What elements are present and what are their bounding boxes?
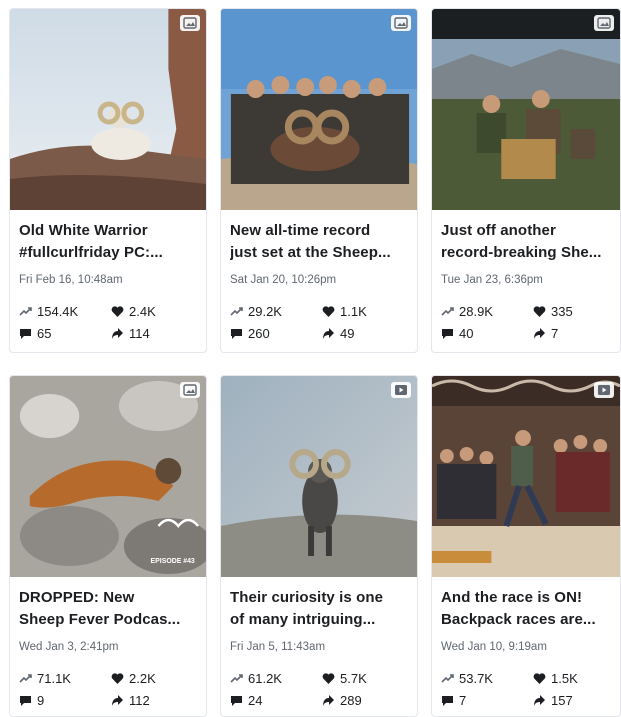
shares-stat: 112 xyxy=(111,691,203,709)
comments-stat: 40 xyxy=(441,324,533,342)
reach-stat: 29.2K xyxy=(230,302,322,320)
comments-stat: 9 xyxy=(19,691,111,709)
comments-stat: 7 xyxy=(441,691,533,709)
shares-stat: 49 xyxy=(322,324,414,342)
comment-icon xyxy=(20,695,31,706)
cougar-and-ram-photo: EPISODE #43 xyxy=(10,376,206,577)
hunters-group-photo xyxy=(221,9,417,210)
post-date: Fri Jan 5, 11:43am xyxy=(230,641,326,653)
image-icon xyxy=(391,15,411,31)
trend-up-icon xyxy=(230,306,243,316)
post-thumbnail[interactable]: EPISODE #43 xyxy=(10,376,206,577)
heart-icon xyxy=(533,305,546,317)
trend-up-icon xyxy=(230,673,243,683)
post-title: Old White Warrior #fullcurlfriday PC:... xyxy=(19,222,163,261)
shares-stat: 7 xyxy=(533,324,620,342)
posts-grid: Old White Warrior #fullcurlfriday PC:...… xyxy=(0,0,621,717)
bighorn-ram-photo xyxy=(221,376,417,577)
backpack-race-photo xyxy=(432,376,620,577)
ram-on-rocks-photo xyxy=(10,9,206,210)
shares-stat: 289 xyxy=(322,691,414,709)
post-title: DROPPED: New Sheep Fever Podcas... xyxy=(19,589,181,628)
shares-stat: 157 xyxy=(533,691,620,709)
image-icon xyxy=(180,15,200,31)
post-title: And the race is ON! Backpack races are..… xyxy=(441,589,596,628)
post-card[interactable]: New all-time record just set at the Shee… xyxy=(220,8,418,353)
comment-icon xyxy=(231,328,242,339)
share-arrow-icon xyxy=(534,694,545,706)
comment-icon xyxy=(231,695,242,706)
heart-icon xyxy=(111,305,124,317)
image-icon xyxy=(594,15,614,31)
heart-icon xyxy=(533,672,546,684)
post-title: Their curiosity is one of many intriguin… xyxy=(230,589,384,628)
reach-stat: 71.1K xyxy=(19,669,111,687)
post-stats: 71.1K 2.2K 9 112 xyxy=(19,669,197,709)
heart-icon xyxy=(111,672,124,684)
share-arrow-icon xyxy=(112,327,123,339)
likes-stat: 1.1K xyxy=(322,302,414,320)
trend-up-icon xyxy=(19,673,32,683)
post-stats: 29.2K 1.1K 260 49 xyxy=(230,302,408,342)
post-title: New all-time record just set at the Shee… xyxy=(230,222,391,261)
image-icon xyxy=(180,382,200,398)
post-thumbnail[interactable] xyxy=(10,9,206,210)
post-title: Just off another record-breaking She... xyxy=(441,222,602,261)
share-arrow-icon xyxy=(534,327,545,339)
comments-stat: 65 xyxy=(19,324,111,342)
post-stats: 28.9K 335 40 7 xyxy=(441,302,611,342)
video-icon xyxy=(391,382,411,398)
post-card[interactable]: Just off another record-breaking She... … xyxy=(431,8,621,353)
post-card[interactable]: Their curiosity is one of many intriguin… xyxy=(220,375,418,717)
post-card[interactable]: Old White Warrior #fullcurlfriday PC:...… xyxy=(9,8,207,353)
post-card[interactable]: EPISODE #43 DROPPED: New Sheep Fever Pod… xyxy=(9,375,207,717)
post-date: Sat Jan 20, 10:26pm xyxy=(230,274,337,286)
comment-icon xyxy=(442,328,453,339)
post-thumbnail[interactable] xyxy=(221,376,417,577)
comment-icon xyxy=(20,328,31,339)
post-stats: 154.4K 2.4K 65 114 xyxy=(19,302,197,342)
likes-stat: 335 xyxy=(533,302,620,320)
reach-stat: 61.2K xyxy=(230,669,322,687)
camp-hunters-photo xyxy=(432,9,620,210)
shares-stat: 114 xyxy=(111,324,203,342)
likes-stat: 1.5K xyxy=(533,669,620,687)
post-date: Wed Jan 10, 9:19am xyxy=(441,641,547,653)
share-arrow-icon xyxy=(112,694,123,706)
trend-up-icon xyxy=(19,306,32,316)
post-date: Tue Jan 23, 6:36pm xyxy=(441,274,543,286)
post-stats: 53.7K 1.5K 7 157 xyxy=(441,669,611,709)
comments-stat: 24 xyxy=(230,691,322,709)
reach-stat: 28.9K xyxy=(441,302,533,320)
trend-up-icon xyxy=(441,673,454,683)
post-date: Fri Feb 16, 10:48am xyxy=(19,274,123,286)
trend-up-icon xyxy=(441,306,454,316)
likes-stat: 5.7K xyxy=(322,669,414,687)
video-icon xyxy=(594,382,614,398)
share-arrow-icon xyxy=(323,327,334,339)
heart-icon xyxy=(322,672,335,684)
comment-icon xyxy=(442,695,453,706)
likes-stat: 2.2K xyxy=(111,669,203,687)
post-date: Wed Jan 3, 2:41pm xyxy=(19,641,119,653)
comments-stat: 260 xyxy=(230,324,322,342)
post-card[interactable]: And the race is ON! Backpack races are..… xyxy=(431,375,621,717)
post-thumbnail[interactable] xyxy=(432,9,620,210)
likes-stat: 2.4K xyxy=(111,302,203,320)
reach-stat: 53.7K xyxy=(441,669,533,687)
heart-icon xyxy=(322,305,335,317)
post-thumbnail[interactable] xyxy=(221,9,417,210)
episode-overlay-text: EPISODE #43 xyxy=(151,558,195,565)
reach-stat: 154.4K xyxy=(19,302,111,320)
post-thumbnail[interactable] xyxy=(432,376,620,577)
post-stats: 61.2K 5.7K 24 289 xyxy=(230,669,408,709)
share-arrow-icon xyxy=(323,694,334,706)
